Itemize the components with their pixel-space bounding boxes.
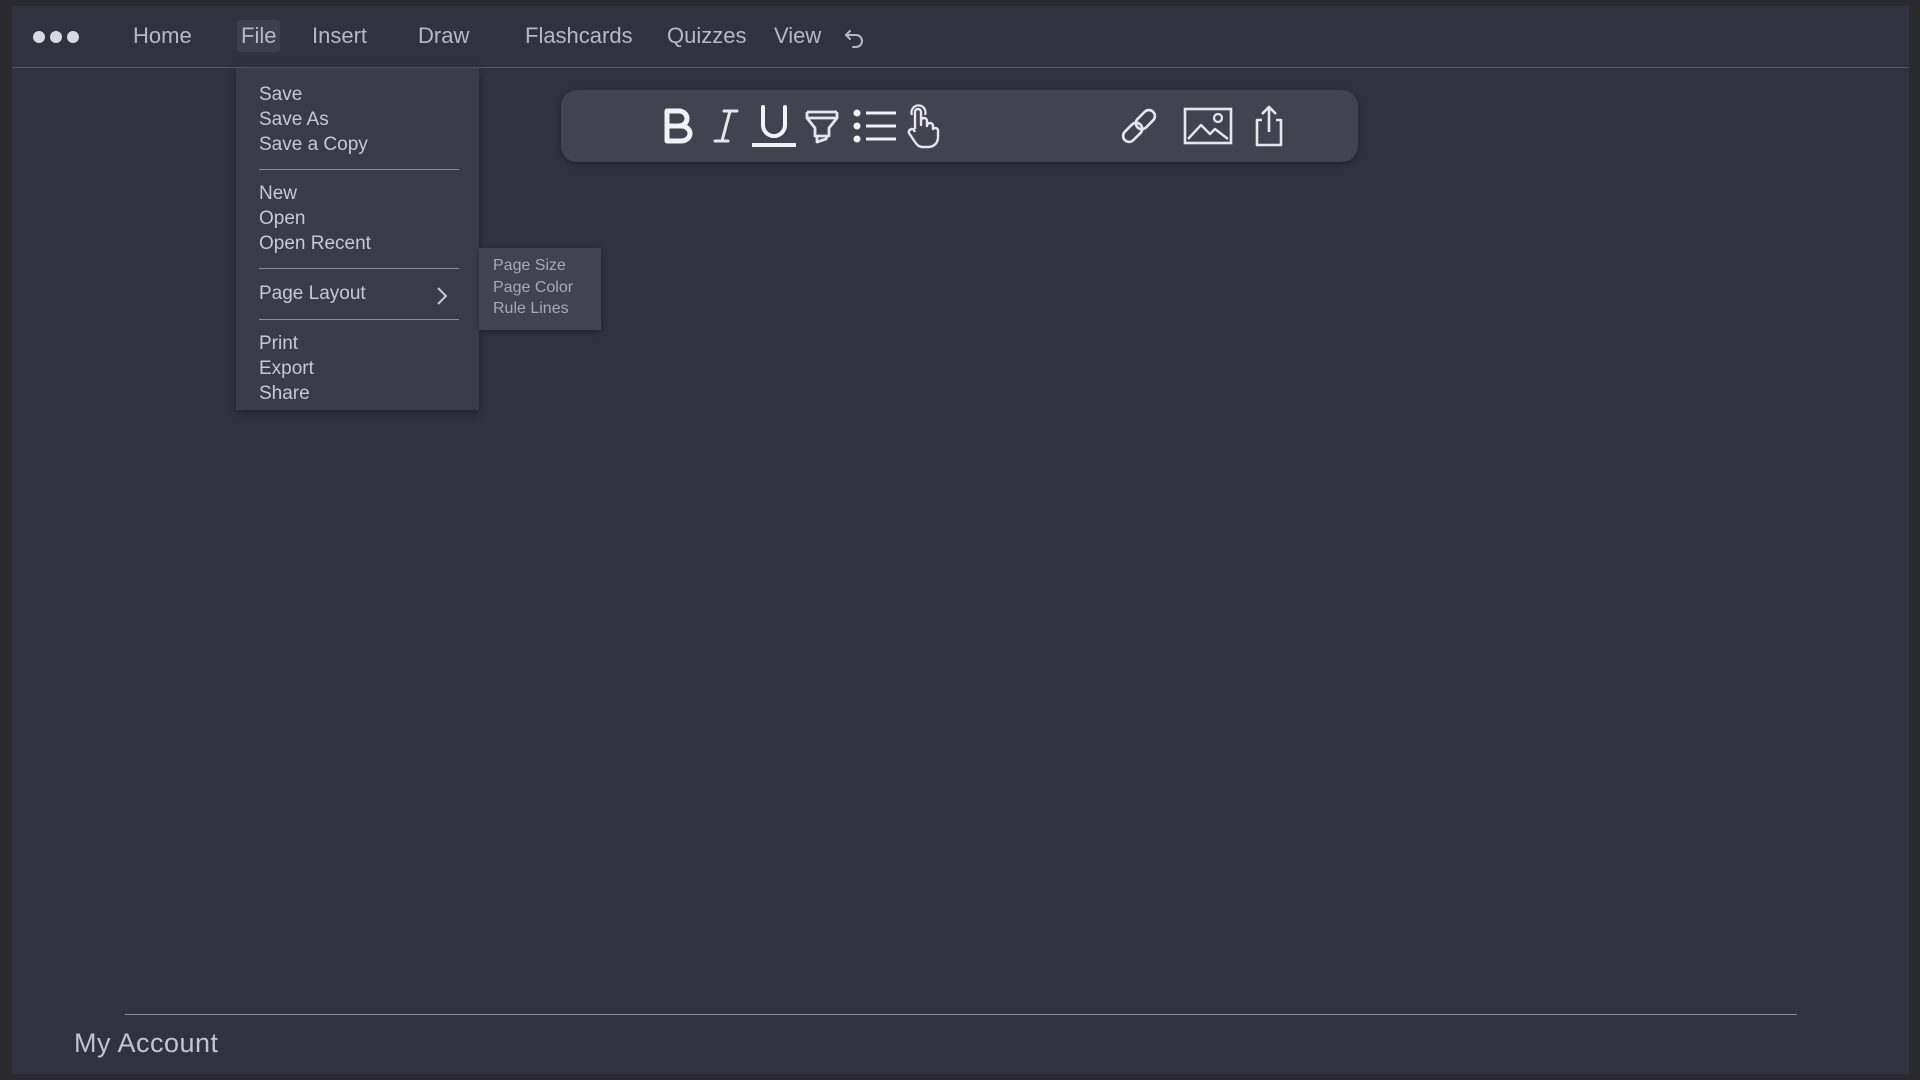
my-account-link[interactable]: My Account: [74, 1028, 219, 1059]
submenu-page-size[interactable]: Page Size: [493, 255, 566, 276]
submenu-rule-lines[interactable]: Rule Lines: [493, 298, 569, 319]
file-menu-dropdown: Save Save As Save a Copy New Open Open R…: [236, 68, 479, 410]
menu-bar: Home File Insert Draw Flashcards Quizzes…: [12, 6, 1909, 68]
menu-file[interactable]: File: [237, 20, 281, 52]
menu-divider: [259, 268, 459, 269]
underline-icon[interactable]: [749, 100, 799, 152]
menu-quizzes[interactable]: Quizzes: [663, 20, 750, 52]
touch-icon[interactable]: [902, 100, 944, 152]
bullet-list-icon[interactable]: [851, 100, 899, 152]
link-icon[interactable]: [1116, 100, 1162, 152]
menu-draw[interactable]: Draw: [414, 20, 473, 52]
menu-home[interactable]: Home: [129, 20, 196, 52]
menu-insert[interactable]: Insert: [308, 20, 371, 52]
menu-save-as[interactable]: Save As: [259, 107, 329, 132]
italic-icon[interactable]: [706, 100, 746, 152]
menu-save-a-copy[interactable]: Save a Copy: [259, 132, 368, 157]
menu-page-layout[interactable]: Page Layout: [259, 281, 366, 306]
menu-divider: [259, 319, 459, 320]
footer-divider: [125, 1014, 1797, 1015]
undo-icon[interactable]: [843, 26, 867, 50]
menu-new[interactable]: New: [259, 181, 297, 206]
menu-save[interactable]: Save: [259, 82, 302, 107]
formatting-toolbar: [561, 90, 1358, 162]
submenu-page-color[interactable]: Page Color: [493, 277, 573, 298]
bold-icon[interactable]: [656, 100, 700, 152]
menu-open[interactable]: Open: [259, 206, 305, 231]
menu-share[interactable]: Share: [259, 381, 310, 406]
menu-print[interactable]: Print: [259, 331, 298, 356]
menu-open-recent[interactable]: Open Recent: [259, 231, 371, 256]
menu-divider: [259, 169, 459, 170]
menu-view[interactable]: View: [770, 20, 825, 52]
share-icon[interactable]: [1251, 100, 1287, 152]
chevron-right-icon: [434, 285, 450, 307]
app-window: Home File Insert Draw Flashcards Quizzes…: [12, 6, 1909, 1074]
menu-export[interactable]: Export: [259, 356, 314, 381]
page-layout-submenu: Page Size Page Color Rule Lines: [479, 248, 601, 330]
menu-flashcards[interactable]: Flashcards: [521, 20, 637, 52]
more-dots-icon[interactable]: [33, 31, 79, 43]
image-icon[interactable]: [1181, 100, 1235, 152]
highlighter-icon[interactable]: [802, 100, 842, 152]
